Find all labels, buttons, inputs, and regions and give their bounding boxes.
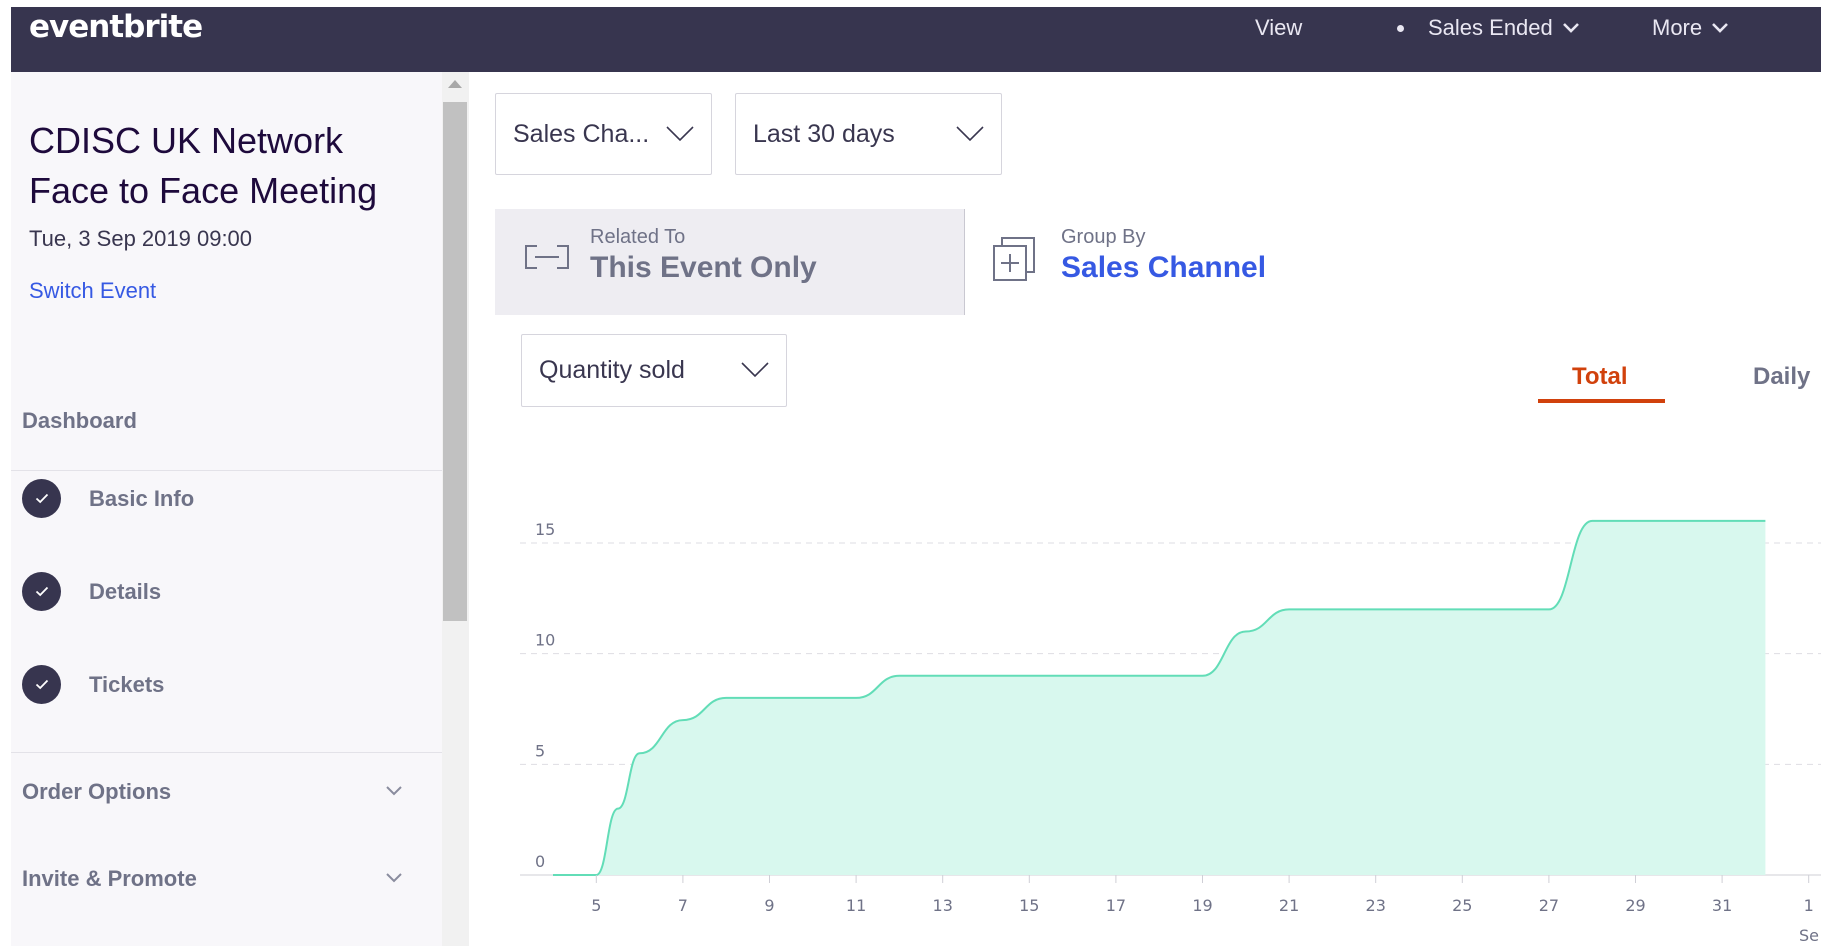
y-tick-label: 0 — [535, 852, 545, 871]
x-tick-label: 25 — [1452, 896, 1472, 915]
x-axis-month-label: Se — [1799, 926, 1819, 945]
x-tick-label: 27 — [1539, 896, 1559, 915]
x-tick-label: 31 — [1712, 896, 1732, 915]
x-tick-label: 23 — [1366, 896, 1386, 915]
x-tick-label: 1 — [1804, 896, 1814, 915]
x-tick-label: 21 — [1279, 896, 1299, 915]
x-tick-label: 7 — [678, 896, 688, 915]
x-tick-label: 17 — [1106, 896, 1126, 915]
x-tick-label: 15 — [1019, 896, 1039, 915]
app-window: eventbrite View Sales Ended More CDISC U… — [0, 0, 1821, 946]
sales-chart: 0 5 10 15 5 7 9 11 13 15 17 19 21 23 25 27 29 31 1 Se — [520, 519, 1821, 945]
x-tick-label: 5 — [591, 896, 601, 915]
x-tick-label: 13 — [933, 896, 953, 915]
x-tick-label: 11 — [846, 896, 866, 915]
y-tick-label: 15 — [535, 520, 555, 539]
x-tick-label: 19 — [1192, 896, 1212, 915]
x-tick-label: 29 — [1625, 896, 1645, 915]
y-tick-label: 5 — [535, 741, 545, 760]
x-tick-label: 9 — [764, 896, 774, 915]
y-tick-label: 10 — [535, 631, 555, 650]
